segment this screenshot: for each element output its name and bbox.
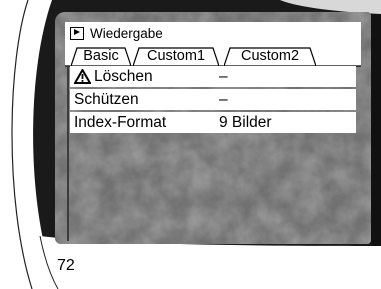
page-number: 72	[57, 257, 75, 274]
tab-bar: Basic Custom1 Custom2	[65, 44, 361, 67]
menu-item-label-group: Löschen	[74, 68, 153, 86]
playback-icon	[70, 26, 84, 40]
menu-list: Löschen – Schützen – Index-Format 9 Bild…	[70, 66, 356, 135]
menu-title: Wiedergabe	[90, 25, 163, 41]
menu-title-bar: Wiedergabe	[65, 22, 361, 44]
lcd-screen: Wiedergabe Basic Custom1 Custom2 Löschen…	[55, 12, 371, 244]
menu-item-value: –	[219, 67, 228, 85]
menu-item-value: –	[219, 90, 228, 108]
tab-label: Custom1	[146, 48, 206, 64]
tab-basic[interactable]: Basic	[71, 47, 131, 66]
menu-item-value: 9 Bilder	[219, 113, 272, 131]
tab-custom1[interactable]: Custom1	[133, 47, 219, 66]
menu-item-label: Index-Format	[74, 113, 167, 131]
menu-item-loeschen[interactable]: Löschen –	[70, 66, 356, 87]
menu-item-index-format[interactable]: Index-Format 9 Bilder	[70, 112, 356, 133]
tab-label: Basic	[83, 48, 119, 64]
menu-item-label: Löschen	[94, 67, 153, 85]
menu-item-schuetzen[interactable]: Schützen –	[70, 89, 356, 110]
tab-custom2[interactable]: Custom2	[224, 47, 316, 66]
warning-icon	[74, 69, 91, 84]
scrollbar[interactable]	[67, 66, 69, 241]
tab-label: Custom2	[240, 48, 300, 64]
menu-item-label: Schützen	[74, 90, 139, 108]
